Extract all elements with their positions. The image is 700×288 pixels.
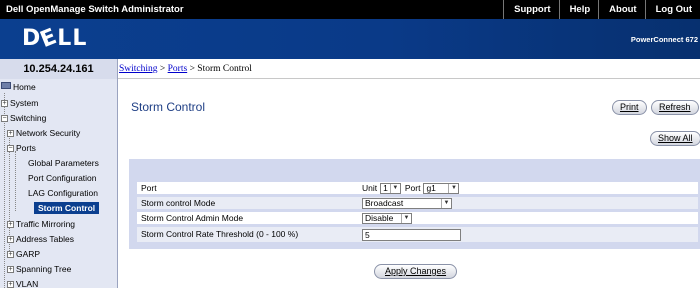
print-button[interactable]: Print	[612, 100, 647, 115]
breadcrumb-separator: >	[189, 64, 195, 74]
help-link[interactable]: Help	[558, 0, 599, 19]
sidebar-item-storm-control[interactable]: Storm Control	[34, 202, 100, 214]
sidebar-item-lag-configuration[interactable]: LAG Configuration	[28, 187, 98, 199]
refresh-button[interactable]: Refresh	[651, 100, 699, 115]
support-link[interactable]: Support	[503, 0, 558, 19]
port-inline-label: Port	[404, 183, 421, 193]
sidebar-item-global-parameters[interactable]: Global Parameters	[28, 157, 99, 169]
storm-mode-label: Storm control Mode	[141, 198, 216, 208]
port-select[interactable]: g1 ▼	[423, 182, 460, 194]
chevron-down-icon: ▼	[401, 213, 411, 223]
app-title: Dell OpenManage Switch Administrator	[6, 4, 184, 15]
sidebar-item-address-tables[interactable]: + Address Tables	[7, 233, 74, 245]
sidebar-item-home[interactable]: Home	[1, 81, 36, 93]
ip-address: 10.254.24.161	[0, 59, 118, 79]
expand-icon[interactable]: +	[7, 130, 14, 137]
expand-icon[interactable]: +	[7, 236, 14, 243]
port-value: g1	[426, 183, 436, 193]
top-bar: Dell OpenManage Switch Administrator Sup…	[0, 0, 700, 19]
top-nav: Support Help About Log Out	[503, 0, 700, 19]
about-link[interactable]: About	[598, 0, 644, 19]
expand-icon[interactable]: +	[7, 266, 14, 273]
admin-mode-row: Storm Control Admin Mode Disable ▼	[137, 212, 698, 224]
unit-select[interactable]: 1 ▼	[380, 182, 401, 194]
apply-changes-button[interactable]: Apply Changes	[374, 264, 458, 279]
breadcrumb-separator: >	[159, 64, 166, 74]
port-label: Port	[141, 183, 157, 193]
chevron-down-icon: ▼	[389, 183, 400, 193]
port-row: Port Unit 1 ▼ Port g1 ▼	[137, 182, 698, 194]
sidebar-item-garp[interactable]: + GARP	[7, 248, 40, 260]
unit-value: 1	[383, 183, 388, 193]
storm-mode-select[interactable]: Broadcast ▼	[362, 197, 452, 209]
page-title: Storm Control	[131, 100, 206, 114]
admin-mode-value: Disable	[365, 213, 394, 223]
collapse-icon[interactable]: −	[1, 115, 8, 122]
breadcrumb-ports[interactable]: Ports	[168, 64, 188, 74]
expand-icon[interactable]: +	[7, 251, 14, 258]
log-out-link[interactable]: Log Out	[644, 0, 700, 19]
threshold-row: Storm Control Rate Threshold (0 - 100 %)…	[137, 227, 698, 242]
expand-icon[interactable]: +	[1, 100, 8, 107]
sidebar-item-port-configuration[interactable]: Port Configuration	[28, 172, 97, 184]
admin-mode-label: Storm Control Admin Mode	[141, 213, 244, 223]
expand-icon[interactable]: +	[7, 221, 14, 228]
banner: DELL PowerConnect 672	[0, 19, 700, 59]
sidebar-item-system[interactable]: + System	[1, 97, 38, 109]
admin-mode-select[interactable]: Disable ▼	[362, 212, 412, 224]
storm-mode-value: Broadcast	[365, 198, 404, 208]
home-icon	[1, 82, 11, 89]
threshold-label: Storm Control Rate Threshold (0 - 100 %)	[141, 229, 299, 239]
dell-logo: DELL	[22, 23, 88, 54]
chevron-down-icon: ▼	[441, 198, 451, 208]
sidebar-item-network-security[interactable]: + Network Security	[7, 127, 80, 139]
storm-mode-row: Storm control Mode Broadcast ▼	[137, 197, 698, 209]
breadcrumb-current: Storm Control	[197, 64, 252, 74]
product-name: PowerConnect 672	[630, 35, 698, 44]
sidebar-item-spanning-tree[interactable]: + Spanning Tree	[7, 263, 71, 275]
show-all-button[interactable]: Show All	[650, 131, 700, 146]
sidebar: Home + System − Switching + Network Securit…	[0, 79, 118, 288]
collapse-icon[interactable]: −	[7, 145, 14, 152]
breadcrumb-switching[interactable]: Switching	[119, 64, 158, 74]
expand-icon[interactable]: +	[7, 281, 14, 288]
threshold-input[interactable]: 5	[362, 228, 461, 241]
chevron-down-icon: ▼	[448, 183, 459, 193]
unit-label: Unit	[362, 183, 378, 193]
sidebar-item-vlan[interactable]: + VLAN	[7, 278, 38, 288]
sidebar-item-ports[interactable]: − Ports	[7, 142, 36, 154]
sidebar-item-switching[interactable]: − Switching	[1, 112, 46, 124]
sidebar-item-traffic-mirroring[interactable]: + Traffic Mirroring	[7, 218, 75, 230]
breadcrumb: Switching > Ports > Storm Control	[118, 59, 700, 79]
